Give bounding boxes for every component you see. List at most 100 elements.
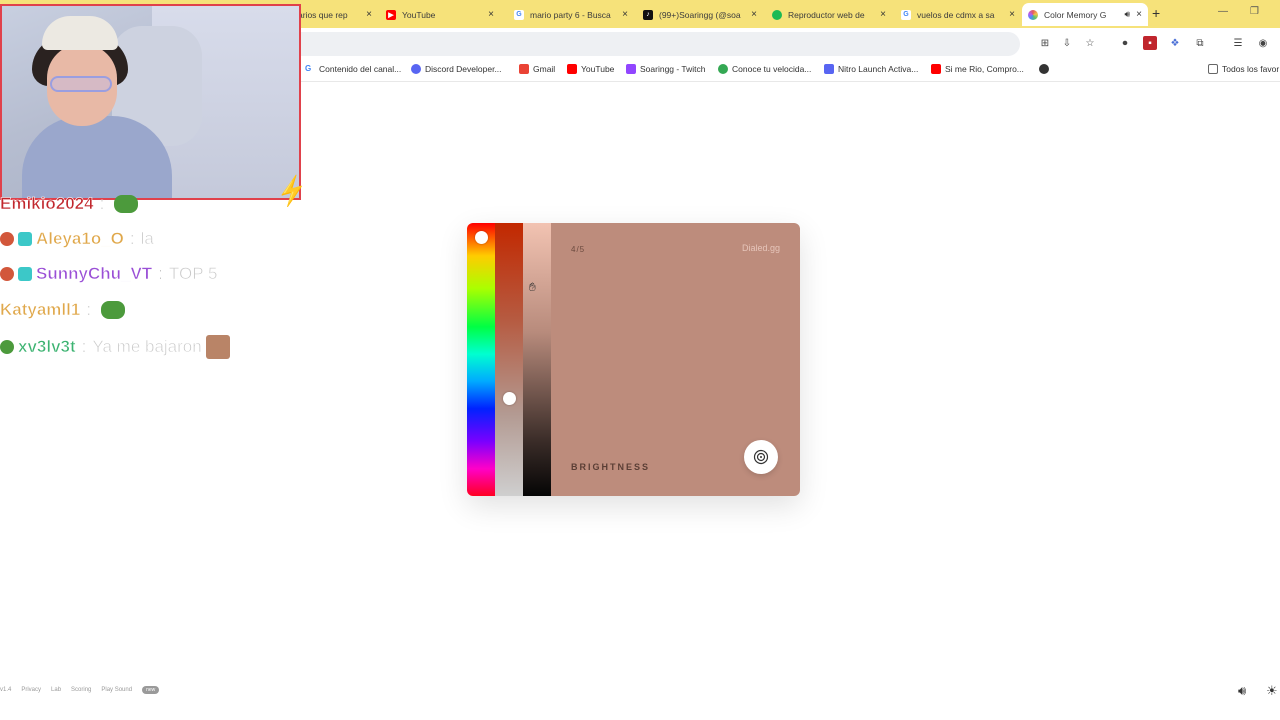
sound-toggle-icon[interactable]: 🔊︎ (1238, 683, 1246, 699)
extension-icon[interactable]: ❖ (1168, 36, 1182, 50)
color-game-card: 4/5 Dialed.gg BRIGHTNESS (467, 223, 800, 496)
chat-text: la (140, 229, 154, 249)
saturation-slider-handle[interactable] (503, 392, 516, 405)
scoring-link[interactable]: Scoring (71, 687, 91, 693)
tiktok-icon: ♪ (643, 9, 653, 20)
bookmark-item[interactable]: Nitro Launch Activa... (824, 64, 918, 74)
strawberry-badge-icon (0, 232, 14, 246)
pepe-emote-icon (114, 195, 139, 213)
youtube-icon (931, 64, 941, 74)
profile-avatar-icon[interactable]: ◉ (1256, 36, 1270, 50)
bookmark-item[interactable]: Si me Rio, Compro... (931, 64, 1024, 74)
bookmark-item[interactable] (1039, 64, 1053, 74)
twitch-icon (626, 64, 636, 74)
theme-toggle-icon[interactable]: ☀ (1266, 683, 1278, 699)
browser-tab[interactable]: G vuelos de cdmx a sa × (895, 3, 1021, 26)
bookmark-item[interactable]: Gmail (519, 64, 555, 74)
chat-message: SunnyChu_VT : TOP 5 (0, 264, 218, 284)
play-sound-link[interactable]: Play Sound (101, 687, 132, 693)
globe-icon (1039, 64, 1049, 74)
parameter-label: BRIGHTNESS (571, 462, 651, 472)
close-tab-icon[interactable]: × (880, 9, 886, 20)
lab-link[interactable]: Lab (51, 687, 61, 693)
tab-title: vuelos de cdmx a sa (917, 9, 995, 20)
bookmark-item[interactable]: Discord Developer... (411, 64, 502, 74)
close-tab-icon[interactable]: × (622, 9, 628, 20)
browser-tab[interactable]: ▶ YouTube × (380, 3, 500, 26)
install-app-icon[interactable]: ⇩ (1060, 36, 1074, 50)
bookmark-item[interactable]: Soaringg - Twitch (626, 64, 706, 74)
extension-record-icon[interactable]: ⏺ (1118, 36, 1132, 50)
bookmark-item[interactable]: YouTube (567, 64, 614, 74)
nitro-icon (824, 64, 834, 74)
tab-title: Reproductor web de (788, 9, 865, 20)
google-icon: G (901, 9, 911, 20)
browser-tab[interactable]: G mario party 6 - Busca × (508, 3, 634, 26)
bookmark-label: Todos los favor (1222, 64, 1280, 74)
translate-icon[interactable]: ⊞ (1038, 36, 1052, 50)
bookmark-item[interactable]: G Contenido del canal... (305, 64, 401, 74)
speaker-icon[interactable]: 🔊︎ (1124, 9, 1130, 20)
extensions-puzzle-icon[interactable]: ⧉ (1193, 36, 1207, 50)
face-emote-icon (205, 335, 230, 359)
lightning-bolt-icon: ⚡ (272, 172, 312, 210)
bookmark-label: Si me Rio, Compro... (945, 64, 1024, 74)
chat-username: xv3lv3t (18, 337, 76, 357)
subscriber-badge-icon (18, 232, 32, 246)
submit-button[interactable] (744, 440, 778, 474)
bookmark-label: Conoce tu velocida... (732, 64, 812, 74)
brightness-slider[interactable] (523, 223, 551, 496)
brand-logo[interactable]: Dialed.gg (742, 243, 780, 253)
chat-separator: : (81, 337, 87, 357)
restore-icon[interactable]: ❐ (1250, 6, 1259, 17)
bookmark-label: Contenido del canal... (319, 64, 402, 74)
bookmark-label: YouTube (581, 64, 615, 74)
bookmark-label: Nitro Launch Activa... (838, 64, 919, 74)
google-icon: G (514, 9, 524, 20)
browser-tab[interactable]: Reproductor web de × (766, 3, 892, 26)
tab-title: (99+)Soaringg (@soa (659, 9, 741, 20)
frog-badge-icon (0, 340, 14, 354)
bookmark-label: Soaringg - Twitch (640, 64, 706, 74)
close-tab-icon[interactable]: × (1136, 9, 1142, 20)
bookmark-star-icon[interactable]: ☆ (1083, 36, 1097, 50)
chat-username: Aleya1o_O (36, 229, 124, 249)
tab-title: mario party 6 - Busca (530, 9, 611, 20)
chat-message: Emikio2024 : (0, 194, 139, 214)
browser-tab[interactable]: ♪ (99+)Soaringg (@soa × (637, 3, 763, 26)
minimize-icon[interactable]: — (1218, 6, 1228, 17)
address-bar[interactable] (290, 32, 1020, 56)
new-badge: new (142, 686, 160, 694)
all-bookmarks-folder[interactable]: Todos los favor (1208, 64, 1279, 74)
privacy-link[interactable]: Privacy (21, 687, 41, 693)
chat-separator: : (86, 300, 92, 320)
tab-title: YouTube (402, 9, 436, 20)
hue-slider[interactable] (467, 223, 495, 496)
color-wheel-icon (1028, 9, 1038, 20)
close-tab-icon[interactable]: × (751, 9, 757, 20)
browser-tab[interactable]: arios que rep × (292, 3, 378, 26)
hand-cursor-icon: ✋︎ (529, 280, 536, 294)
spotify-icon (772, 9, 782, 20)
youtube-icon: ▶ (386, 9, 396, 20)
chat-username: Katyamll1 (0, 300, 81, 320)
saturation-slider[interactable] (495, 223, 523, 496)
extension-pdf-icon[interactable]: ▪ (1143, 36, 1157, 50)
round-counter: 4/5 (571, 245, 586, 254)
browser-tab-active[interactable]: Color Memory G 🔊︎ × (1022, 3, 1148, 26)
subscriber-badge-icon (18, 267, 32, 281)
chat-text: TOP 5 (168, 264, 218, 284)
hue-slider-handle[interactable] (475, 230, 488, 244)
chat-username: SunnyChu_VT (36, 264, 153, 284)
target-icon (753, 449, 769, 465)
discord-icon (411, 64, 421, 74)
bookmark-item[interactable]: Conoce tu velocida... (718, 64, 811, 74)
chat-separator: : (99, 194, 105, 214)
close-tab-icon[interactable]: × (1009, 9, 1015, 20)
close-tab-icon[interactable]: × (366, 9, 372, 20)
new-tab-button[interactable]: + (1152, 5, 1160, 21)
folder-icon (1208, 64, 1218, 74)
page-footer: v1.4 Privacy Lab Scoring Play Sound new (0, 686, 169, 694)
reading-list-icon[interactable]: ☰ (1231, 36, 1245, 50)
close-tab-icon[interactable]: × (488, 9, 494, 20)
